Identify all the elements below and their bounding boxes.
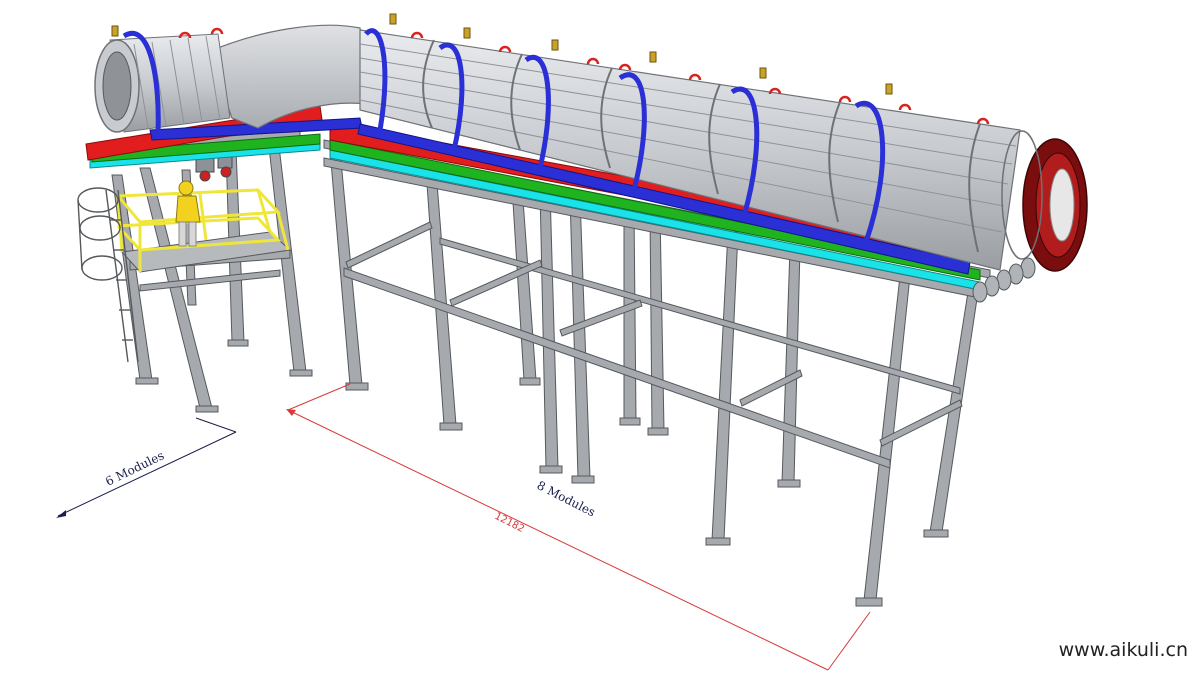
watermark-text: www.aikuli.cn <box>1058 639 1188 661</box>
pipe-rack-diagram: 6 Modules 8 Modules 12182 <box>56 13 1088 671</box>
label-8-modules: 8 Modules <box>535 478 598 519</box>
left-drum-module <box>94 33 231 133</box>
elbow-duct <box>207 24 369 129</box>
dimension-12182: 12182 <box>493 511 526 535</box>
label-6-modules: 6 Modules <box>103 448 166 488</box>
